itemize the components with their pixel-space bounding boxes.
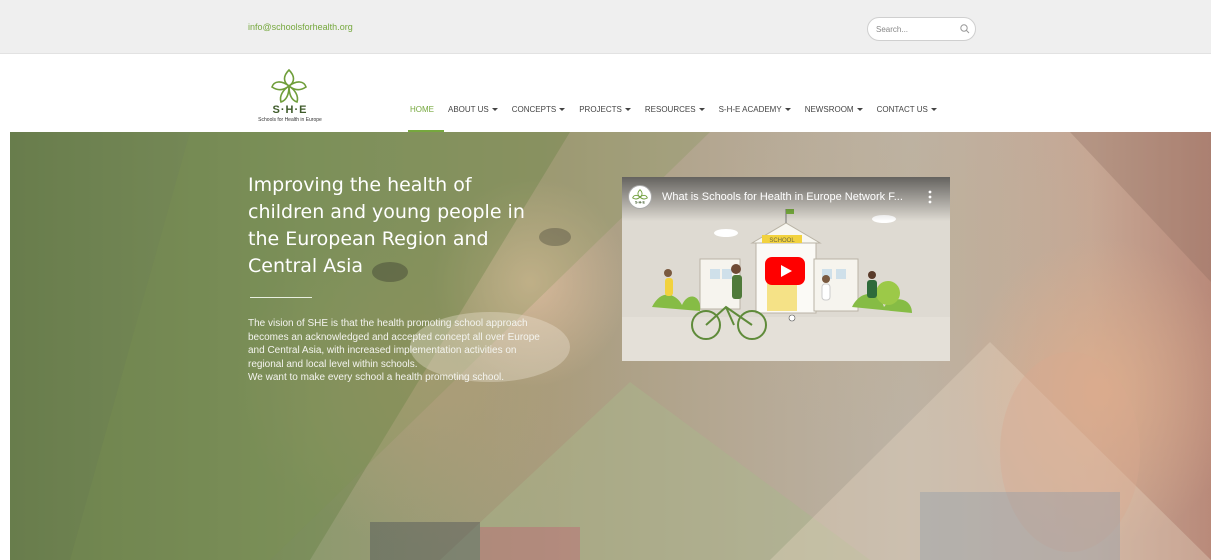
main-nav: HOME ABOUT US CONCEPTS PROJECTS RESOURCE… [408,102,951,132]
nav-item-resources[interactable]: RESOURCES [645,102,705,116]
site-logo[interactable]: S·H·E Schools for Health in Europe [249,66,331,128]
play-icon[interactable] [765,257,805,285]
hero-background-shapes [10,132,1211,560]
nav-item-label: S-H-E ACADEMY [718,104,782,114]
hero-description: The vision of SHE is that the health pro… [248,317,544,385]
nav-item-label: PROJECTS [579,104,622,114]
caret-down-icon [930,107,937,111]
caret-down-icon [784,107,791,111]
more-vert-icon[interactable] [925,189,935,205]
channel-avatar-text: S·H·E [635,200,646,204]
search-box[interactable] [867,17,976,41]
nav-item-home[interactable]: HOME [408,102,444,132]
nav-item-label: NEWSROOM [804,104,854,114]
school-sign-text: SCHOOL [769,238,795,244]
nav-item-label: CONCEPTS [511,104,557,114]
caret-down-icon [491,107,498,111]
search-icon[interactable] [959,23,971,35]
hero-description-paragraph: The vision of SHE is that the health pro… [248,318,540,370]
caret-down-icon [856,107,863,111]
nav-item-about-us[interactable]: ABOUT US [448,102,498,116]
nav-item-contact-us[interactable]: CONTACT US [877,102,937,116]
nav-item-concepts[interactable]: CONCEPTS [511,102,566,116]
search-input[interactable] [876,22,956,36]
hero-description-paragraph: We want to make every school a health pr… [248,372,505,383]
nav-item-label: HOME [410,104,434,114]
nav-item-label: RESOURCES [644,104,696,114]
caret-down-icon [559,107,566,111]
leaf-logo-icon [271,68,307,104]
nav-item-projects[interactable]: PROJECTS [579,102,631,116]
video-title[interactable]: What is Schools for Health in Europe Net… [662,191,903,203]
hero-divider [250,297,312,298]
nav-item-newsroom[interactable]: NEWSROOM [805,102,863,116]
top-bar: info@schoolsforhealth.org [0,0,1211,54]
nav-item-label: CONTACT US [876,104,928,114]
video-embed[interactable]: SCHOOL S·H·E What is Schools for Health … [622,177,950,361]
caret-down-icon [624,107,631,111]
logo-subtitle: Schools for Health in Europe [258,117,322,123]
hero-headline: Improving the health of children and you… [248,174,525,277]
nav-item-she-academy[interactable]: S-H-E ACADEMY [719,102,791,116]
caret-down-icon [698,107,705,111]
nav-item-label: ABOUT US [448,104,489,114]
email-link[interactable]: info@schoolsforhealth.org [248,22,353,32]
channel-avatar-icon[interactable]: S·H·E [628,185,652,209]
hero-banner: Improving the health of children and you… [10,132,1211,560]
logo-brand: S·H·E [272,104,308,116]
site-header: S·H·E Schools for Health in Europe HOME … [0,54,1211,132]
